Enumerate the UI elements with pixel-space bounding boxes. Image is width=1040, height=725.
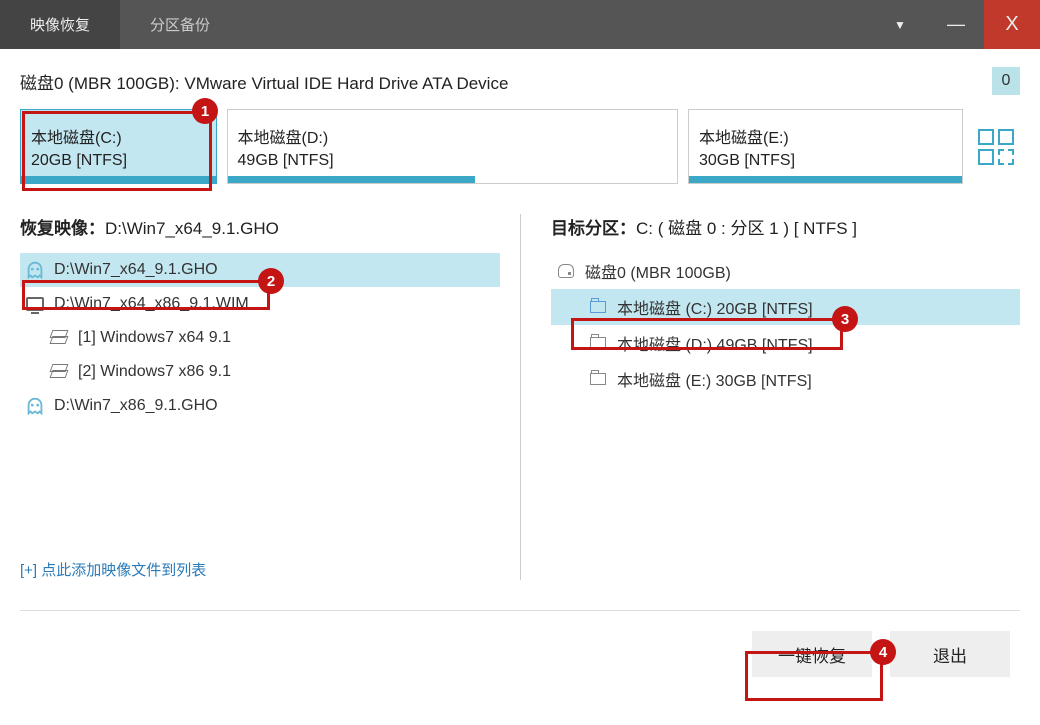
wim-icon [24,293,46,315]
ghost-icon [24,259,46,281]
add-image-link[interactable]: [+] 点此添加映像文件到列表 [20,559,500,580]
top-bar: 映像恢复 分区备份 ▼ — X [0,0,1040,49]
image-item[interactable]: [2] Windows7 x86 9.1 [20,355,500,389]
grid-view-icon[interactable] [973,109,1020,184]
disk-title: 磁盘0 (MBR 100GB): VMware Virtual IDE Hard… [20,69,992,94]
target-item[interactable]: 本地磁盘 (D:) 49GB [NTFS] [551,325,1020,361]
drive-icon [555,260,577,282]
disk-index-badge: 0 [992,67,1020,95]
image-item[interactable]: D:\Win7_x86_9.1.GHO [20,389,500,423]
target-item[interactable]: 磁盘0 (MBR 100GB) [551,253,1020,289]
layer-icon [48,327,70,349]
image-item[interactable]: [1] Windows7 x64 9.1 [20,321,500,355]
partition-block[interactable]: 本地磁盘(C:)20GB [NTFS] [20,109,217,184]
minimize-button[interactable]: — [928,0,984,49]
partition-bar: 本地磁盘(C:)20GB [NTFS]本地磁盘(D:)49GB [NTFS]本地… [20,109,1020,184]
target-item[interactable]: 本地磁盘 (E:) 30GB [NTFS] [551,361,1020,397]
target-tree[interactable]: 磁盘0 (MBR 100GB)本地磁盘 (C:) 20GB [NTFS]本地磁盘… [551,253,1020,397]
partition-block[interactable]: 本地磁盘(E:)30GB [NTFS] [688,109,963,184]
image-item[interactable]: D:\Win7_x64_x86_9.1.WIM [20,287,500,321]
layer-icon [48,361,70,383]
tab-partition-backup[interactable]: 分区备份 [120,0,240,49]
restore-button[interactable]: 一键恢复 [752,631,872,677]
close-button[interactable]: X [984,0,1040,49]
dropdown-button[interactable]: ▼ [872,0,928,49]
ghost-icon [24,395,46,417]
folder-icon [587,332,609,354]
folder-icon [587,296,609,318]
target-partition-label: 目标分区：C: ( 磁盘 0 : 分区 1 ) [ NTFS ] [551,214,1020,239]
exit-button[interactable]: 退出 [890,631,1010,677]
tab-image-restore[interactable]: 映像恢复 [0,0,120,49]
annotation-1: 1 [192,98,218,124]
folder-icon [587,368,609,390]
annotation-4: 4 [870,639,896,665]
annotation-3: 3 [832,306,858,332]
partition-block[interactable]: 本地磁盘(D:)49GB [NTFS] [227,109,678,184]
annotation-2: 2 [258,268,284,294]
image-list[interactable]: D:\Win7_x64_9.1.GHOD:\Win7_x64_x86_9.1.W… [20,253,500,543]
target-item[interactable]: 本地磁盘 (C:) 20GB [NTFS] [551,289,1020,325]
restore-image-label: 恢复映像：D:\Win7_x64_9.1.GHO [20,214,500,239]
